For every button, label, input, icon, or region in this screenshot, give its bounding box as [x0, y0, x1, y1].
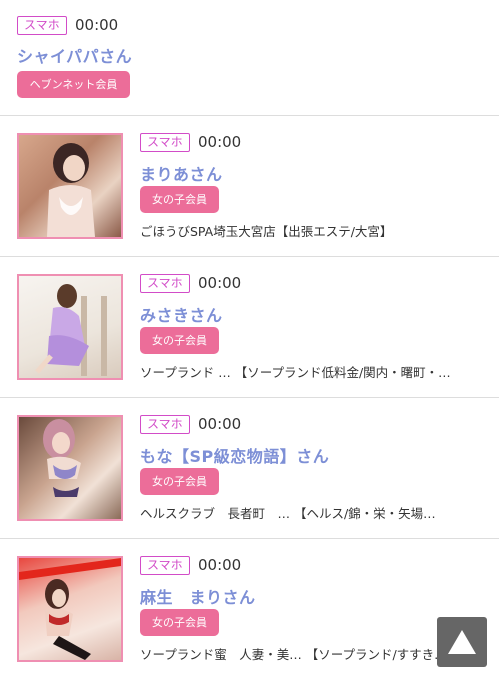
device-badge: スマホ — [140, 415, 190, 434]
list-item: スマホ 00:00 シャイパパさん ヘブンネット会員 — [0, 0, 499, 116]
shop-name[interactable]: ソープランド … 【ソープランド低料金/関内・曙町・… — [140, 362, 485, 381]
device-badge: スマホ — [17, 16, 67, 35]
woman-photo[interactable] — [17, 133, 123, 239]
woman-photo[interactable] — [17, 415, 123, 521]
list-item: スマホ 00:00 麻生 まりさん 女の子会員 ソープランド蜜 人妻・美… 【ソ… — [0, 539, 499, 680]
device-badge: スマホ — [140, 274, 190, 293]
post-time: 00:00 — [75, 16, 119, 34]
device-badge: スマホ — [140, 133, 190, 152]
member-type-badge: 女の子会員 — [140, 186, 219, 213]
portrait-image — [47, 143, 95, 237]
list-item: スマホ 00:00 まりあさん 女の子会員 ごほうびSPA埼玉大宮店【出張エステ… — [0, 116, 499, 257]
user-name-link[interactable]: みさきさん — [140, 302, 223, 326]
member-type-badge: 女の子会員 — [140, 468, 219, 495]
list-item: スマホ 00:00 みさきさん 女の子会員 ソープランド … 【ソープランド低料… — [0, 257, 499, 398]
shop-name[interactable]: ごほうびSPA埼玉大宮店【出張エステ/大宮】 — [140, 221, 485, 240]
scroll-top-button[interactable] — [437, 617, 487, 667]
shop-name[interactable]: ヘルスクラブ 長者町 … 【ヘルス/錦・栄・矢場… — [140, 503, 485, 522]
user-name-link[interactable]: シャイパパさん — [17, 43, 132, 67]
woman-photo[interactable] — [17, 274, 123, 380]
user-name-link[interactable]: まりあさん — [140, 161, 223, 185]
post-time: 00:00 — [198, 556, 242, 574]
user-name-link[interactable]: もな【SP級恋物語】さん — [140, 443, 329, 467]
portrait-image — [43, 419, 81, 497]
post-time: 00:00 — [198, 415, 242, 433]
member-type-badge: 女の子会員 — [140, 609, 219, 636]
post-time: 00:00 — [198, 133, 242, 151]
shop-name[interactable]: ソープランド蜜 人妻・美… 【ソープランド/すすき… — [140, 644, 485, 663]
member-type-badge: ヘブンネット会員 — [17, 71, 130, 98]
list-item: スマホ 00:00 もな【SP級恋物語】さん 女の子会員 ヘルスクラブ 長者町 … — [0, 398, 499, 539]
woman-photo[interactable] — [17, 556, 123, 662]
portrait-image — [19, 558, 121, 660]
triangle-up-icon — [448, 630, 476, 654]
device-badge: スマホ — [140, 556, 190, 575]
portrait-image — [35, 284, 107, 376]
member-type-badge: 女の子会員 — [140, 327, 219, 354]
post-time: 00:00 — [198, 274, 242, 292]
user-name-link[interactable]: 麻生 まりさん — [140, 584, 256, 608]
